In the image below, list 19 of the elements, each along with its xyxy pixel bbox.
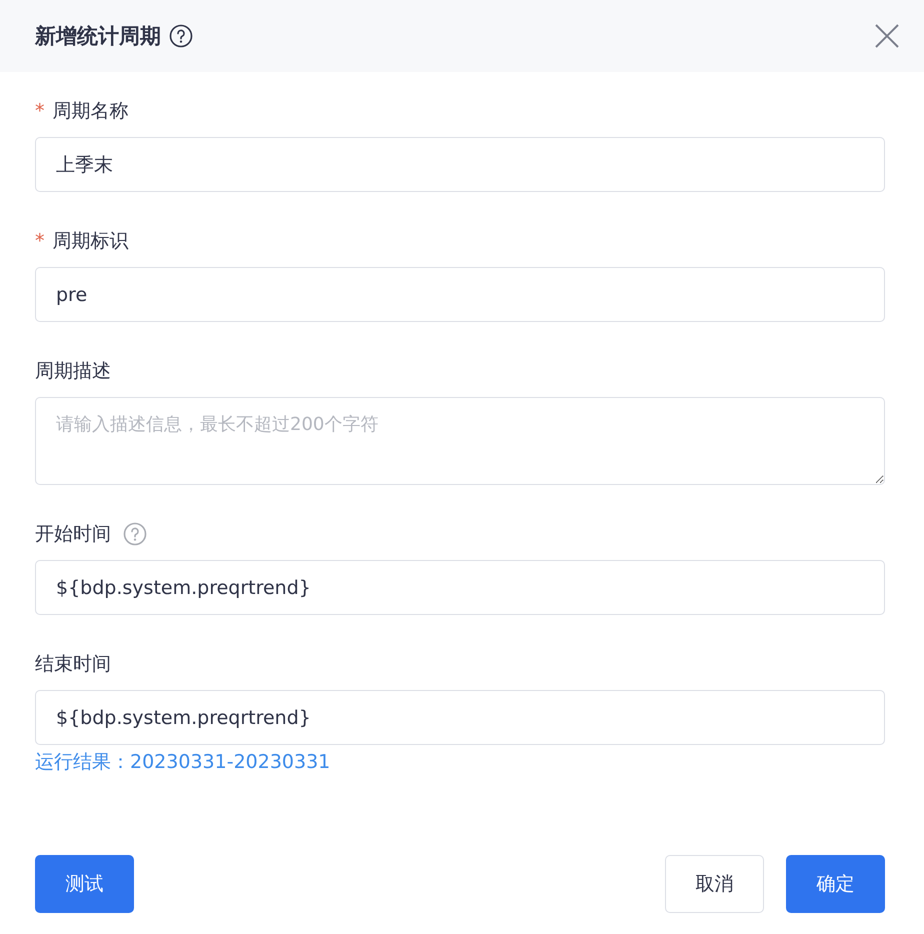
field-label: 周期标识	[52, 229, 128, 254]
cancel-button[interactable]: 取消	[665, 855, 764, 913]
required-mark: *	[35, 100, 44, 122]
field-label: 周期名称	[52, 99, 128, 124]
primary-button[interactable]: 测试	[35, 855, 134, 913]
primary-button[interactable]: 确定	[786, 855, 885, 913]
input-field[interactable]: ${bdp.system.preqrtrend}	[35, 560, 885, 615]
run-result-text: 运行结果：20230331-20230331	[35, 750, 332, 775]
input-field[interactable]: ${bdp.system.preqrtrend}	[35, 690, 885, 745]
field-label: 开始时间	[35, 522, 111, 547]
required-mark: *	[35, 230, 44, 252]
input-field[interactable]: 上季末	[35, 137, 885, 192]
dialog-title: 新增统计周期	[35, 23, 161, 50]
description-field[interactable]: 请输入描述信息，最长不超过200个字符	[35, 397, 885, 485]
help-icon[interactable]	[169, 24, 193, 48]
close-icon[interactable]	[874, 23, 900, 49]
input-field[interactable]: pre	[35, 267, 885, 322]
field-label: 结束时间	[35, 652, 111, 677]
field-label: 周期描述	[35, 359, 111, 384]
